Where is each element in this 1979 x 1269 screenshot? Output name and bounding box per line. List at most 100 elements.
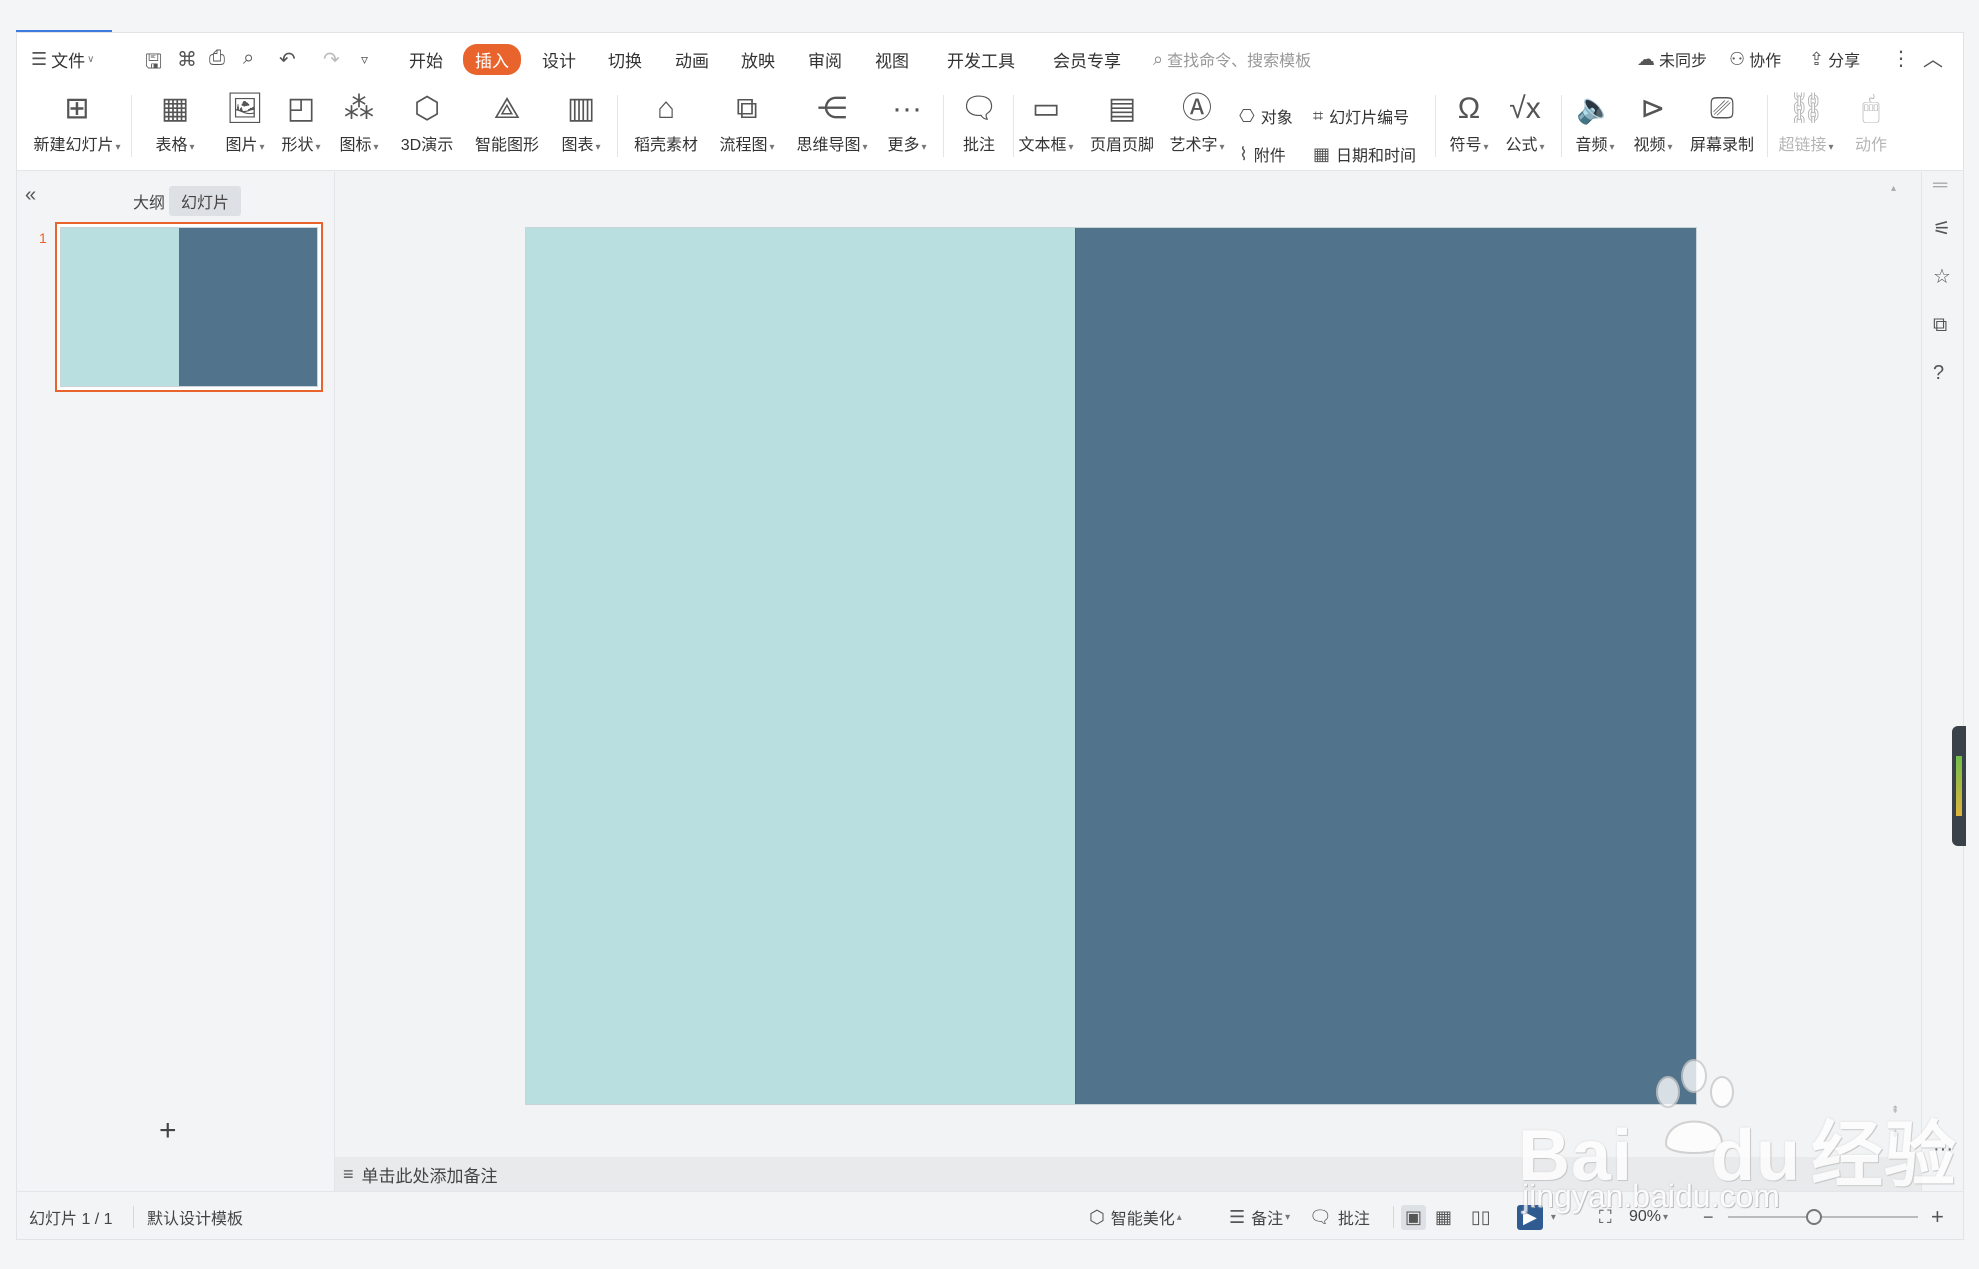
slide-right-panel[interactable] [1075,228,1696,1104]
wordart-label: 艺术字 [1169,137,1218,154]
zoom-out-button[interactable]: − [1703,1192,1720,1239]
comments-toggle-label: 批注 [1337,1211,1370,1228]
redo-icon[interactable]: ↷ [323,47,340,72]
tab-transition[interactable]: 切换 [608,33,642,85]
help-icon[interactable]: ? [1933,362,1944,385]
user-icon: ⚇ [1729,48,1746,69]
tab-review[interactable]: 审阅 [808,33,842,85]
scroll-next-icon[interactable]: ⇟ [1891,1129,1899,1140]
link-icon: ⛓ [1786,92,1826,125]
command-search[interactable]: ⌕ 查找命令、搜索模板 [1153,33,1311,85]
print-preview-icon[interactable]: ⌕ [243,47,254,70]
material-button[interactable]: ⌂ 稻壳素材 [623,89,709,165]
normal-view-button[interactable]: ▣ [1401,1192,1432,1239]
comments-toggle-button[interactable]: 🗨 批注 [1309,1192,1370,1239]
more-dots-icon: ··· [892,92,922,125]
attachment-button[interactable]: ⌇ 附件 [1239,141,1286,167]
slide[interactable] [525,227,1697,1105]
zoom-level[interactable]: 90% ▾ [1629,1192,1668,1239]
notes-toggle-button[interactable]: ☰ 备注 ▾ [1229,1192,1290,1239]
mindmap-button[interactable]: ⋲ 思维导图 ▾ [789,89,875,165]
slide-number-button[interactable]: ⌗ 幻灯片编号 [1313,103,1409,129]
zoom-in-button[interactable]: + [1931,1192,1950,1239]
save-icon[interactable]: 🖫 [145,47,162,81]
settings-sliders-icon[interactable]: ⚟ [1933,216,1951,241]
more-button[interactable]: ··· 更多 ▾ [879,89,935,165]
picture-icon: 🖼 [225,92,265,125]
format-painter-icon[interactable]: ⌘ [177,47,197,72]
tab-slideshow[interactable]: 放映 [741,33,775,85]
template-name[interactable]: 默认设计模板 [147,1192,244,1239]
comment-label: 批注 [962,137,995,154]
formula-button[interactable]: √x 公式 ▾ [1497,89,1553,165]
tab-developer[interactable]: 开发工具 [947,33,1015,85]
tab-animation[interactable]: 动画 [675,33,709,85]
sorter-view-button[interactable]: ▦ [1435,1192,1458,1239]
tab-review-label: 审阅 [808,51,842,71]
video-button[interactable]: ⊳ 视频 ▾ [1625,89,1681,165]
audio-button[interactable]: 🔈 音频 ▾ [1567,89,1623,165]
tab-slides[interactable]: 幻灯片 [169,186,242,216]
scroll-prev-icon[interactable]: ⇞ [1891,1105,1899,1116]
flowchart-button[interactable]: ⧉ 流程图 ▾ [709,89,785,165]
presentation-window: ☰ 文件 ∨ 🖫 ⌘ ⎙ ⌕ ↶ ↷ ▿ 开始 插入 设计 切换 动画 放映 审… [16,32,1964,1240]
notes-icon: ≡ [343,1163,354,1184]
new-slide-button[interactable]: ⊞ 新建幻灯片 ▾ [29,89,125,165]
comment-button[interactable]: 🗨 批注 [951,89,1007,165]
screen-record-button[interactable]: ⎚ 屏幕录制 [1685,89,1759,165]
shape-button[interactable]: ◰ 形状 ▾ [273,89,329,165]
tab-home[interactable]: 开始 [409,33,443,85]
more-horizontal-icon[interactable]: ··· [1933,1138,1953,1161]
tab-member[interactable]: 会员专享 [1053,33,1121,85]
smart-graphic-button[interactable]: ⟁ 智能图形 [467,89,547,165]
action-button[interactable]: 🖱 动作 [1843,89,1899,165]
star-icon[interactable]: ☆ [1933,264,1951,289]
sync-button[interactable]: ☁ 未同步 [1637,33,1707,85]
collapse-panel-icon[interactable]: « [25,184,36,207]
side-widget[interactable] [1952,726,1966,846]
template-label: 默认设计模板 [147,1211,244,1228]
menu-bar: ☰ 文件 ∨ 🖫 ⌘ ⎙ ⌕ ↶ ↷ ▿ 开始 插入 设计 切换 动画 放映 审… [17,33,1963,85]
play-slideshow-button[interactable]: ▶ ▾ [1517,1192,1556,1239]
tab-design[interactable]: 设计 [542,33,576,85]
collapse-ribbon-icon[interactable]: ︿ [1923,43,1943,72]
textbox-button[interactable]: ▭ 文本框 ▾ [1013,89,1079,165]
play-icon: ▶ [1517,1204,1543,1230]
collab-button[interactable]: ⚇ 协作 [1729,33,1781,85]
header-footer-button[interactable]: ▤ 页眉页脚 [1085,89,1159,165]
mindmap-label: 思维导图 [796,137,861,154]
zoom-slider-thumb[interactable] [1806,1209,1822,1225]
slides-switch-icon[interactable]: ⧉ [1933,314,1947,337]
share-button[interactable]: ⇪ 分享 [1809,33,1860,85]
slide-thumbnail[interactable] [55,222,323,392]
undo-icon[interactable]: ↶ [279,47,296,72]
datetime-button[interactable]: ▦ 日期和时间 [1313,141,1416,167]
notes-bar[interactable]: ≡ 单击此处添加备注 [335,1157,1921,1191]
symbol-button[interactable]: Ω 符号 ▾ [1441,89,1497,165]
file-menu-button[interactable]: ☰ 文件 ∨ [31,33,94,85]
more-vertical-icon[interactable]: ⋮ [1891,46,1911,71]
icon-button[interactable]: ⁂ 图标 ▾ [331,89,387,165]
object-button[interactable]: ⎔ 对象 [1239,103,1293,129]
vertical-scrollbar[interactable]: ▴ ⇞ ⇟ [1889,183,1905,1173]
reading-view-button[interactable]: ▯▯ [1471,1192,1497,1239]
picture-button[interactable]: 🖼 图片 ▾ [217,89,273,165]
thumbnail-left-panel [61,228,179,386]
slide-left-panel[interactable] [526,228,1075,1104]
tab-view[interactable]: 视图 [875,33,909,85]
fit-window-button[interactable]: ⛶ [1599,1192,1618,1239]
zoom-slider[interactable] [1728,1216,1918,1218]
chart-button[interactable]: ▥ 图表 ▾ [553,89,609,165]
tab-insert[interactable]: 插入 [463,33,521,85]
hyperlink-button[interactable]: ⛓ 超链接 ▾ [1773,89,1839,165]
header-footer-icon: ▤ [1107,92,1137,125]
wordart-button[interactable]: Ⓐ 艺术字 ▾ [1165,89,1229,165]
table-button[interactable]: ▦ 表格 ▾ [147,89,203,165]
print-icon[interactable]: ⎙ [209,47,225,70]
customize-toolbar-icon[interactable]: ▿ [361,51,368,68]
scroll-up-arrow[interactable]: ▴ [1891,183,1896,194]
rail-handle-icon[interactable]: ═ [1933,174,1947,197]
beautify-button[interactable]: ⬡ 智能美化 ▴ [1089,1192,1182,1239]
add-slide-icon[interactable]: + [159,1114,177,1148]
3d-button[interactable]: ⬡ 3D演示 [395,89,459,165]
